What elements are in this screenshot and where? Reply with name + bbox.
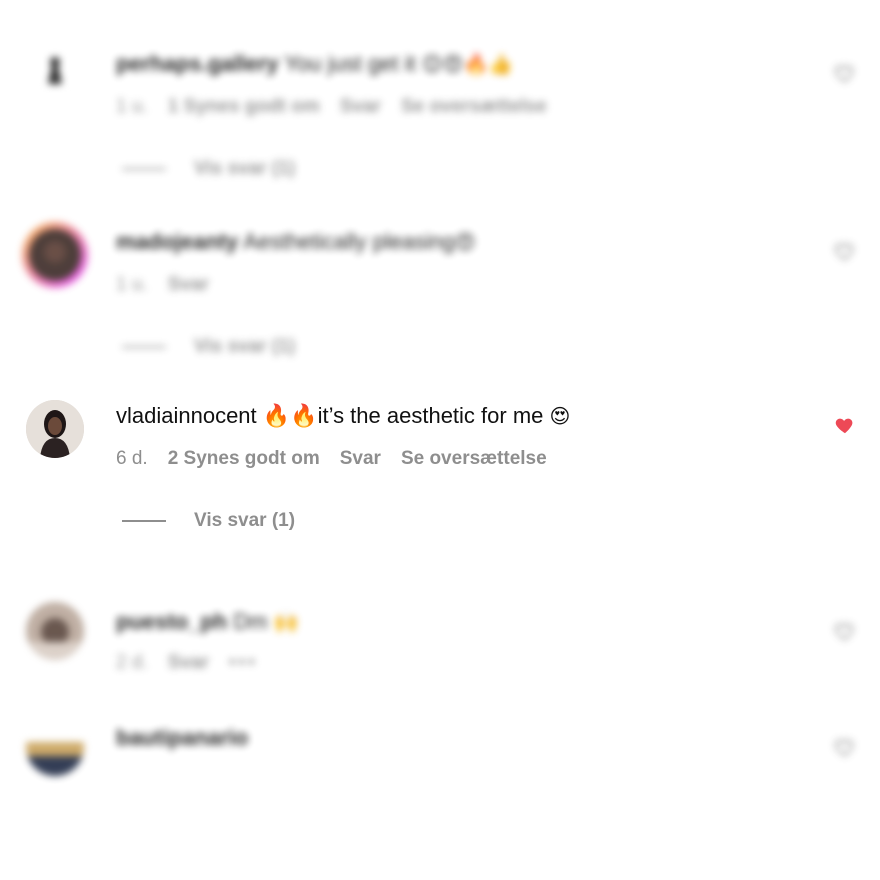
comment-meta: 1 u. Svar xyxy=(116,274,209,296)
replies-divider xyxy=(122,168,166,170)
reply-button[interactable]: Svar xyxy=(340,96,381,118)
comment-username[interactable]: vladiainnocent xyxy=(116,403,257,428)
comment-meta: 1 u. 1 Synes godt om Svar Se oversættels… xyxy=(116,96,547,118)
comment-text: Aesthetically pleasing xyxy=(243,229,455,254)
avatar[interactable] xyxy=(26,718,84,776)
view-replies-button[interactable]: Vis svar (1) xyxy=(122,336,295,358)
avatar[interactable] xyxy=(26,400,84,458)
comment-time: 1 u. xyxy=(116,274,148,295)
comment-emoji: 😊😍🔥👍 xyxy=(421,54,514,76)
avatar-image xyxy=(26,36,84,94)
avatar[interactable] xyxy=(22,222,88,288)
view-replies-label: Vis svar (1) xyxy=(194,158,296,179)
avatar[interactable] xyxy=(26,602,84,660)
comment-text: Dm xyxy=(233,609,268,634)
comment-text-line: puesto_ph Dm 🙌 xyxy=(116,608,299,637)
comment-username[interactable]: bautipanario xyxy=(116,725,248,750)
avatar-image xyxy=(26,602,84,660)
comment-item: puesto_ph Dm 🙌 2 d. Svar ••• xyxy=(0,580,880,700)
comment-item: perhaps.gallery You just get it 😊😍🔥👍 1 u… xyxy=(0,0,880,200)
view-replies-label: Vis svar (1) xyxy=(194,336,296,357)
replies-divider xyxy=(122,520,166,522)
comment-likes-count[interactable]: 2 Synes godt om xyxy=(168,448,320,470)
avatar[interactable] xyxy=(26,36,84,94)
comment-text-line: madojeanty Aesthetically pleasing😍 xyxy=(116,228,476,257)
comment-emoji: 😍 xyxy=(454,232,476,254)
avatar-image xyxy=(26,400,84,458)
comment-time: 1 u. xyxy=(116,96,148,117)
comment-username[interactable]: puesto_ph xyxy=(116,609,227,634)
comment-item-highlighted: vladiainnocent 🔥🔥it’s the aesthetic for … xyxy=(0,380,880,570)
comment-time: 6 d. xyxy=(116,448,148,469)
comment-username[interactable]: perhaps.gallery xyxy=(116,51,279,76)
comment-item: madojeanty Aesthetically pleasing😍 1 u. … xyxy=(0,200,880,380)
more-options-button[interactable]: ••• xyxy=(229,652,258,674)
view-replies-label: Vis svar (1) xyxy=(194,510,296,531)
view-replies-button[interactable]: Vis svar (1) xyxy=(122,510,295,532)
reply-button[interactable]: Svar xyxy=(340,448,381,470)
view-replies-button[interactable]: Vis svar (1) xyxy=(122,158,295,180)
heart-outline-icon[interactable] xyxy=(834,240,856,262)
comment-meta: 2 d. Svar ••• xyxy=(116,652,258,674)
comment-text: 🔥🔥it’s the aesthetic for me xyxy=(262,403,544,428)
comments-list: perhaps.gallery You just get it 😊😍🔥👍 1 u… xyxy=(0,0,880,880)
comment-emoji: 🙌 xyxy=(273,612,299,634)
comment-time: 2 d. xyxy=(116,652,148,673)
comment-text-line: vladiainnocent 🔥🔥it’s the aesthetic for … xyxy=(116,402,570,431)
replies-divider xyxy=(122,346,166,348)
see-translation-button[interactable]: Se oversættelse xyxy=(401,448,547,470)
comment-emoji: 😍 xyxy=(549,406,571,428)
reply-button[interactable]: Svar xyxy=(168,274,209,296)
comment-username[interactable]: madojeanty xyxy=(116,229,238,254)
see-translation-button[interactable]: Se oversættelse xyxy=(401,96,547,118)
comment-meta: 6 d. 2 Synes godt om Svar Se oversættels… xyxy=(116,448,547,470)
heart-outline-icon[interactable] xyxy=(834,620,856,642)
heart-outline-icon[interactable] xyxy=(834,62,856,84)
comment-text-line: bautipanario xyxy=(116,724,248,752)
comment-text: You just get it xyxy=(284,51,416,76)
avatar-image xyxy=(26,718,84,776)
avatar-image xyxy=(29,229,81,281)
heart-outline-icon[interactable] xyxy=(834,736,856,758)
comment-likes-count[interactable]: 1 Synes godt om xyxy=(168,96,320,118)
comment-text-line: perhaps.gallery You just get it 😊😍🔥👍 xyxy=(116,50,513,79)
heart-filled-icon[interactable] xyxy=(834,414,856,436)
reply-button[interactable]: Svar xyxy=(168,652,209,674)
comment-item: bautipanario xyxy=(0,700,880,800)
